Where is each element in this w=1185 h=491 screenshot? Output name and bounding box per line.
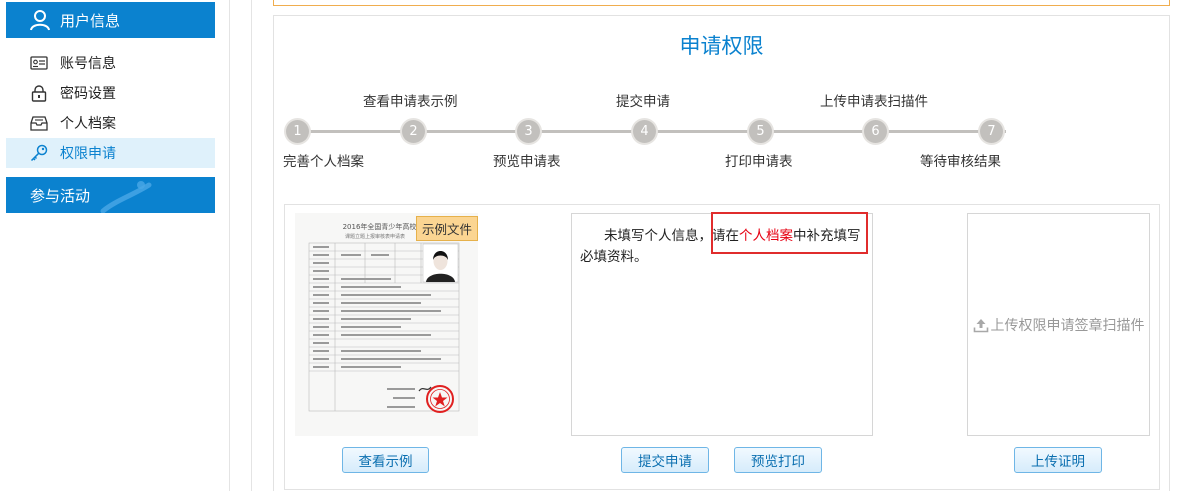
- page-title: 申请权限: [679, 34, 764, 58]
- upload-proof-button[interactable]: 上传证明: [1014, 447, 1102, 473]
- archive-tray-icon: [30, 115, 48, 131]
- upload-label: 上传权限申请签章扫描件: [990, 317, 1145, 334]
- sidebar: 用户信息 账号信息 密码设置 个人档案 权限申请 参与活动: [0, 0, 230, 491]
- user-icon: [30, 10, 50, 31]
- upload-icon: [973, 318, 988, 332]
- step-dot-1: 1: [286, 120, 309, 143]
- step-dot-2: 2: [402, 120, 425, 143]
- step-label-1: 完善个人档案: [283, 154, 364, 170]
- step-dot-7: 7: [980, 120, 1003, 143]
- step-label-7: 等待审核结果: [920, 154, 1001, 170]
- sample-doc-title: 2016年全国青少年高校科: [343, 222, 424, 231]
- info-message: 未填写个人信息，请在个人档案中补充填写必填资料。: [580, 226, 868, 268]
- sidebar-section-title: 用户信息: [60, 11, 121, 30]
- sample-doc-subtitle: 课题立题上报审核表申请表: [345, 233, 405, 240]
- step-dot-4: 4: [633, 120, 656, 143]
- sidebar-item-label: 权限申请: [60, 146, 116, 162]
- step-label-3: 预览申请表: [493, 154, 561, 170]
- sidebar-item-label: 密码设置: [60, 86, 116, 102]
- sample-photo: [422, 243, 459, 283]
- step-dot-6: 6: [864, 120, 887, 143]
- info-card: 未填写个人信息，请在个人档案中补充填写必填资料。: [571, 212, 873, 436]
- sidebar-item-profile[interactable]: 个人档案: [6, 108, 215, 138]
- info-text-before: 未填写个人信息，请在: [604, 228, 739, 244]
- step-label-4: 提交申请: [616, 94, 670, 110]
- view-sample-button[interactable]: 查看示例: [342, 447, 429, 473]
- sidebar-section-user-info[interactable]: 用户信息: [6, 2, 215, 38]
- sidebar-item-account-info[interactable]: 账号信息: [6, 48, 215, 78]
- sidebar-item-label: 账号信息: [60, 56, 116, 72]
- permission-panel: 申请权限 查看申请表示例 提交申请 上传申请表扫描件 1 2 3 4 5 6 7…: [273, 15, 1170, 491]
- profile-link[interactable]: 个人档案: [739, 228, 793, 244]
- step-label-6: 上传申请表扫描件: [820, 94, 928, 110]
- step-label-2: 查看申请表示例: [363, 94, 458, 110]
- notice-strip: [273, 0, 1170, 6]
- sidebar-item-label: 个人档案: [60, 116, 116, 132]
- sidebar-item-permission-request[interactable]: 权限申请: [6, 138, 215, 168]
- step-dot-5: 5: [749, 120, 772, 143]
- content-box: 2016年全国青少年高校科 课题立题上报审核表申请表 示例文件 未填写个人信息，…: [284, 204, 1160, 490]
- lock-icon: [30, 84, 48, 102]
- sample-document-image[interactable]: 2016年全国青少年高校科 课题立题上报审核表申请表 示例文件: [295, 213, 478, 436]
- upload-area[interactable]: 上传权限申请签章扫描件: [967, 213, 1150, 436]
- red-seal-icon: [426, 385, 454, 413]
- divider: [251, 0, 252, 491]
- step-dot-3: 3: [517, 120, 540, 143]
- sample-document-drawing: 2016年全国青少年高校科 课题立题上报审核表申请表: [295, 213, 478, 436]
- step-label-5: 打印申请表: [725, 154, 793, 170]
- preview-print-button[interactable]: 预览打印: [734, 447, 822, 473]
- key-icon: [30, 144, 48, 162]
- submit-application-button[interactable]: 提交申请: [621, 447, 709, 473]
- sidebar-section-activities[interactable]: 参与活动: [6, 177, 215, 213]
- swoosh-decoration: [100, 181, 152, 213]
- id-card-icon: [30, 55, 48, 71]
- sample-file-tag: 示例文件: [415, 216, 478, 241]
- sidebar-section-title: 参与活动: [30, 186, 91, 205]
- sidebar-item-password[interactable]: 密码设置: [6, 78, 215, 108]
